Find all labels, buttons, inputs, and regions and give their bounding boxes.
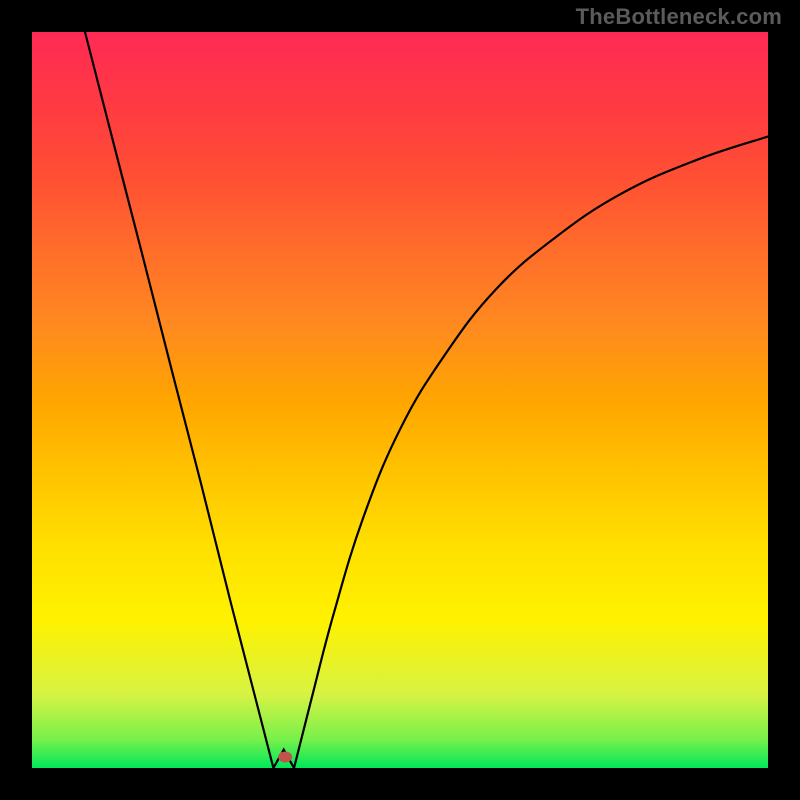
plot-area	[32, 32, 768, 768]
bottleneck-curve	[85, 32, 768, 768]
chart-container: TheBottleneck.com	[0, 0, 800, 800]
bottleneck-curve-svg	[32, 32, 768, 768]
watermark-label: TheBottleneck.com	[576, 4, 782, 30]
minimum-marker	[278, 751, 292, 762]
